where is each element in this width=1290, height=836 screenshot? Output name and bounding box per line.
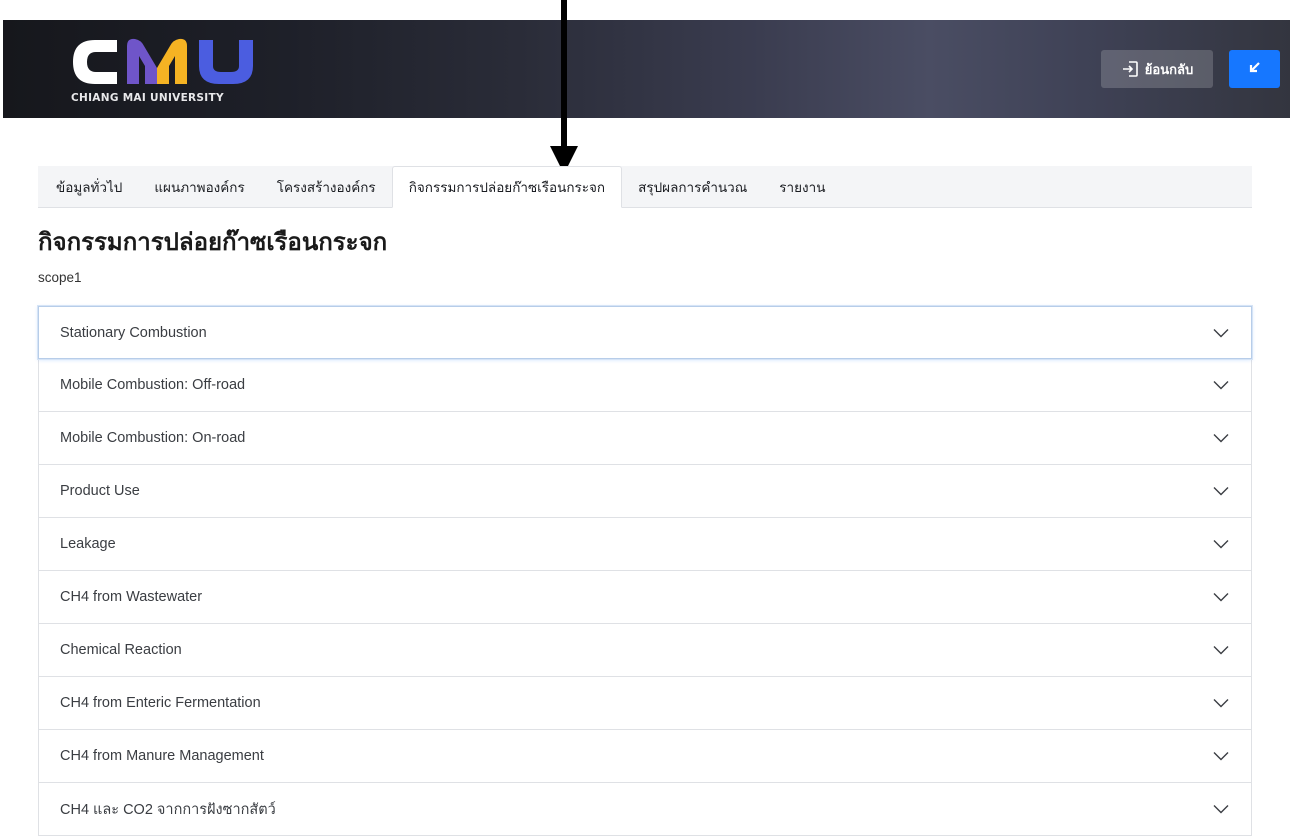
chevron-down-icon [1213, 646, 1229, 655]
accordion-item-label: Chemical Reaction [60, 642, 182, 658]
accordion-item-leakage[interactable]: Leakage [38, 518, 1252, 571]
accordion-item-label: Leakage [60, 536, 116, 552]
chevron-down-icon [1213, 434, 1229, 443]
accordion-item-ch4-manure[interactable]: CH4 from Manure Management [38, 730, 1252, 783]
accordion-item-ch4-co2-burial[interactable]: CH4 และ CO2 จากการฝังซากสัตว์ [38, 783, 1252, 836]
tab-calc-summary[interactable]: สรุปผลการคำนวณ [622, 166, 763, 207]
accordion-item-label: CH4 from Manure Management [60, 748, 264, 764]
chevron-down-icon [1213, 381, 1229, 390]
accordion-item-product-use[interactable]: Product Use [38, 465, 1252, 518]
tab-ghg-activities[interactable]: กิจกรรมการปล่อยก๊าซเรือนกระจก [391, 166, 623, 208]
tab-general-info[interactable]: ข้อมูลทั่วไป [38, 166, 138, 207]
accordion-item-ch4-enteric[interactable]: CH4 from Enteric Fermentation [38, 677, 1252, 730]
collapse-button[interactable] [1229, 50, 1280, 88]
chevron-down-icon [1213, 699, 1229, 708]
top-header: CHIANG MAI UNIVERSITY ย้อนกลับ [3, 20, 1290, 118]
accordion-item-ch4-wastewater[interactable]: CH4 from Wastewater [38, 571, 1252, 624]
accordion-item-label: Product Use [60, 483, 140, 499]
chevron-down-icon [1213, 752, 1229, 761]
activity-accordion: Stationary Combustion Mobile Combustion:… [38, 306, 1252, 836]
tab-org-structure[interactable]: โครงสร้างองค์กร [261, 166, 392, 207]
accordion-item-chemical-reaction[interactable]: Chemical Reaction [38, 624, 1252, 677]
tab-bar: ข้อมูลทั่วไป แผนภาพองค์กร โครงสร้างองค์ก… [38, 166, 1252, 208]
accordion-item-label: CH4 from Enteric Fermentation [60, 695, 261, 711]
chevron-down-icon [1213, 593, 1229, 602]
accordion-item-stationary-combustion[interactable]: Stationary Combustion [38, 306, 1252, 359]
accordion-item-label: Stationary Combustion [60, 324, 207, 341]
cmu-logo-mark [73, 38, 253, 84]
logo-subtitle: CHIANG MAI UNIVERSITY [71, 92, 224, 104]
chevron-down-icon [1213, 805, 1229, 814]
scope-label: scope1 [38, 270, 82, 285]
chevron-down-icon [1213, 487, 1229, 496]
accordion-item-label: Mobile Combustion: Off-road [60, 377, 246, 393]
cmu-logo[interactable]: CHIANG MAI UNIVERSITY [71, 34, 301, 110]
chevron-down-icon [1213, 328, 1229, 337]
exit-arrow-icon [1121, 60, 1139, 78]
annotation-arrow-shaft [561, 0, 567, 148]
accordion-item-mobile-onroad[interactable]: Mobile Combustion: On-road [38, 412, 1252, 465]
accordion-item-label: CH4 และ CO2 จากการฝังซากสัตว์ [60, 801, 276, 818]
tab-org-diagram[interactable]: แผนภาพองค์กร [138, 166, 260, 207]
back-button[interactable]: ย้อนกลับ [1101, 50, 1213, 88]
chevron-down-icon [1213, 540, 1229, 549]
accordion-item-mobile-offroad[interactable]: Mobile Combustion: Off-road [38, 359, 1252, 412]
collapse-arrow-icon [1248, 60, 1262, 79]
accordion-item-label: CH4 from Wastewater [60, 589, 203, 605]
accordion-item-label: Mobile Combustion: On-road [60, 430, 246, 446]
tab-report[interactable]: รายงาน [763, 166, 841, 207]
back-button-label: ย้อนกลับ [1144, 61, 1194, 77]
page-title: กิจกรรมการปล่อยก๊าซเรือนกระจก [38, 229, 388, 256]
